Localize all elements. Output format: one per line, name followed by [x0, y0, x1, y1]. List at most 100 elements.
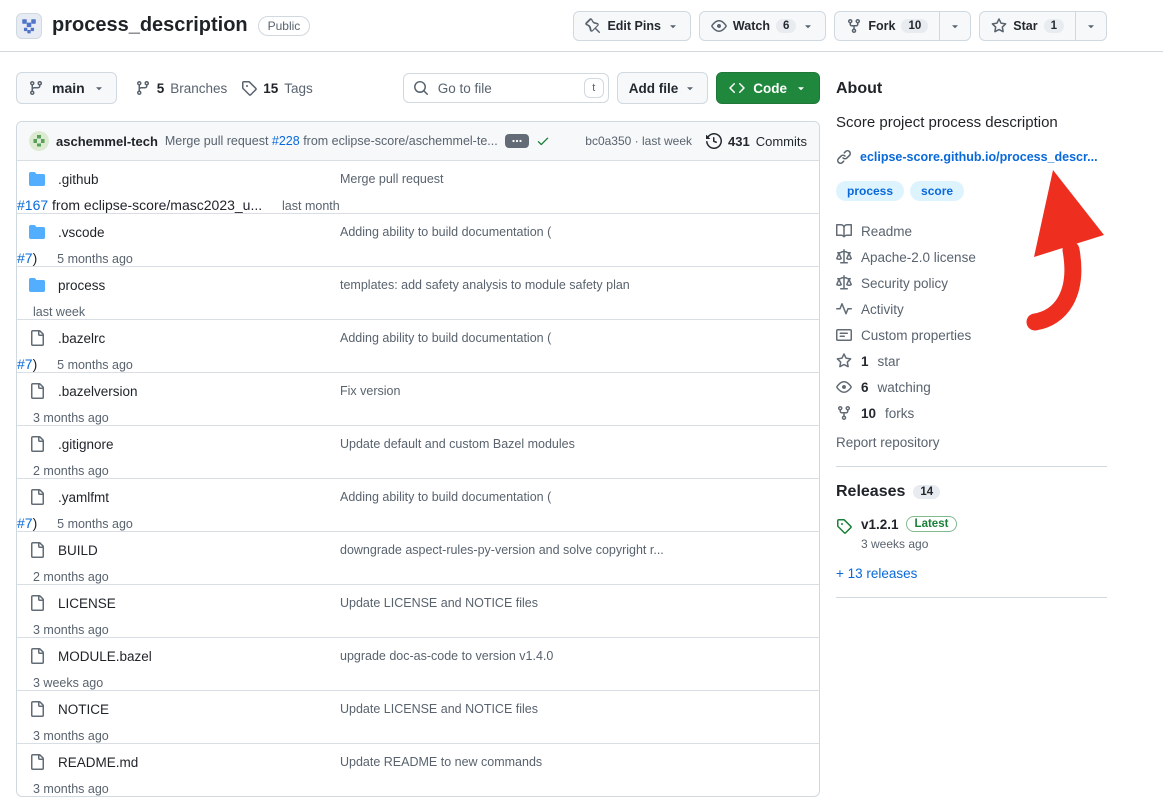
sidebar-item-security-policy[interactable]: Security policy [836, 275, 1107, 291]
table-row[interactable]: .gitignore Update default and custom Baz… [17, 425, 819, 462]
table-row[interactable]: process templates: add safety analysis t… [17, 266, 819, 303]
fork-button-group: Fork 10 [834, 11, 971, 41]
keyboard-shortcut-hint: t [584, 78, 604, 98]
star-dropdown-button[interactable] [1075, 11, 1107, 41]
tags-link[interactable]: 15 Tags [241, 80, 313, 96]
file-icon [29, 648, 45, 664]
go-to-file-field[interactable] [436, 80, 577, 97]
table-row[interactable]: LICENSE Update LICENSE and NOTICE files [17, 584, 819, 621]
commit-message[interactable]: Update default and custom Bazel modules [340, 437, 807, 451]
file-name[interactable]: .vscode [58, 225, 340, 240]
commit-message[interactable]: Adding ability to build documentation ( [340, 490, 807, 504]
commit-message[interactable]: Fix version [340, 384, 807, 398]
table-row[interactable]: BUILD downgrade aspect-rules-py-version … [17, 531, 819, 568]
git-branch-icon [28, 80, 44, 96]
commit-sha-time[interactable]: bc0a350 · last week [585, 134, 692, 148]
table-row[interactable]: .github Merge pull request [17, 160, 819, 197]
table-row[interactable]: MODULE.bazel upgrade doc-as-code to vers… [17, 637, 819, 674]
more-releases-link[interactable]: + 13 releases [836, 566, 917, 581]
sidebar-item-license[interactable]: Apache-2.0 license [836, 249, 1107, 265]
pr-link[interactable]: #167 [17, 197, 48, 213]
star-button-group: Star 1 [979, 11, 1107, 41]
file-name[interactable]: .github [58, 172, 340, 187]
file-name[interactable]: LICENSE [58, 596, 340, 611]
commit-message[interactable]: upgrade doc-as-code to version v1.4.0 [340, 649, 807, 663]
file-icon [29, 330, 45, 346]
sidebar-item-forks[interactable]: 10 forks [836, 405, 1107, 421]
table-row[interactable]: .vscode Adding ability to build document… [17, 213, 819, 250]
link-icon [836, 149, 852, 165]
table-row[interactable]: .bazelversion Fix version [17, 372, 819, 409]
file-name[interactable]: .gitignore [58, 437, 340, 452]
commit-age: 3 weeks ago [33, 676, 103, 690]
pulse-icon [836, 301, 852, 317]
releases-title[interactable]: Releases [836, 483, 905, 501]
file-name[interactable]: .yamlfmt [58, 490, 340, 505]
fork-dropdown-button[interactable] [939, 11, 971, 41]
sidebar-item-readme[interactable]: Readme [836, 223, 1107, 239]
file-name[interactable]: process [58, 278, 340, 293]
file-name[interactable]: .bazelversion [58, 384, 340, 399]
sidebar-item-watching[interactable]: 6 watching [836, 379, 1107, 395]
add-file-button[interactable]: Add file [617, 72, 709, 104]
commit-message[interactable]: Adding ability to build documentation ( [340, 225, 807, 239]
fork-count-badge: 10 [901, 19, 928, 33]
repo-avatar[interactable] [16, 13, 42, 39]
commit-message[interactable]: Update LICENSE and NOTICE files [340, 702, 807, 716]
table-row[interactable]: .yamlfmt Adding ability to build documen… [17, 478, 819, 515]
sidebar-item-activity[interactable]: Activity [836, 301, 1107, 317]
release-tag-link[interactable]: v1.2.1 [861, 517, 899, 532]
commit-message[interactable]: Merge pull request #228 from eclipse-sco… [165, 134, 498, 148]
star-button[interactable]: Star 1 [979, 11, 1075, 41]
file-name[interactable]: MODULE.bazel [58, 649, 340, 664]
file-name[interactable]: NOTICE [58, 702, 340, 717]
commit-message[interactable]: Adding ability to build documentation ( [340, 331, 807, 345]
table-row[interactable]: README.md Update README to new commands [17, 743, 819, 780]
commit-message[interactable]: templates: add safety analysis to module… [340, 278, 807, 292]
watch-button[interactable]: Watch 6 [699, 11, 826, 41]
left-column: main 5 Branches 15 Tags t Add file [16, 72, 820, 797]
pr-link[interactable]: #7 [17, 250, 33, 266]
commit-message[interactable]: downgrade aspect-rules-py-version and so… [340, 543, 807, 557]
topic-pill-score[interactable]: score [910, 181, 964, 201]
triangle-down-icon [667, 20, 679, 32]
file-name[interactable]: BUILD [58, 543, 340, 558]
pr-link[interactable]: #7 [17, 356, 33, 372]
pr-link[interactable]: #228 [272, 134, 300, 148]
commit-author[interactable]: aschemmel-tech [56, 134, 158, 149]
pr-link[interactable]: #7 [17, 515, 33, 531]
branch-selector[interactable]: main [16, 72, 117, 104]
sidebar-item-stars[interactable]: 1 star [836, 353, 1107, 369]
fork-button[interactable]: Fork 10 [834, 11, 939, 41]
check-icon[interactable] [536, 134, 550, 148]
file-name[interactable]: .bazelrc [58, 331, 340, 346]
sidebar-item-custom-properties[interactable]: Custom properties [836, 327, 1107, 343]
commit-age: 5 months ago [57, 358, 133, 372]
page-title[interactable]: process_description [52, 14, 248, 37]
table-row[interactable]: .bazelrc Adding ability to build documen… [17, 319, 819, 356]
visibility-badge: Public [258, 16, 311, 36]
file-icon [29, 383, 45, 399]
divider [836, 466, 1107, 467]
sidebar: About Score project process description … [836, 72, 1107, 797]
commit-message[interactable]: Update README to new commands [340, 755, 807, 769]
edit-pins-button[interactable]: Edit Pins [573, 11, 690, 41]
commit-message[interactable]: Merge pull request [340, 172, 807, 186]
commit-message[interactable]: Update LICENSE and NOTICE files [340, 596, 807, 610]
commit-age: 2 months ago [33, 570, 109, 584]
website-link[interactable]: eclipse-score.github.io/process_descr... [836, 149, 1107, 165]
report-repository-link[interactable]: Report repository [836, 435, 940, 450]
watch-count-badge: 6 [776, 19, 796, 33]
file-name[interactable]: README.md [58, 755, 340, 770]
star-count-badge: 1 [1044, 19, 1064, 33]
code-button[interactable]: Code [716, 72, 820, 104]
table-row[interactable]: NOTICE Update LICENSE and NOTICE files [17, 690, 819, 727]
branches-link[interactable]: 5 Branches [135, 80, 228, 96]
triangle-down-icon [93, 82, 105, 94]
commit-history-link[interactable]: 431 Commits [706, 133, 807, 149]
go-to-file-input[interactable]: t [403, 73, 609, 103]
commit-age: 5 months ago [57, 252, 133, 266]
topic-pill-process[interactable]: process [836, 181, 904, 201]
commit-expander-button[interactable] [505, 134, 529, 148]
avatar[interactable] [29, 131, 49, 151]
